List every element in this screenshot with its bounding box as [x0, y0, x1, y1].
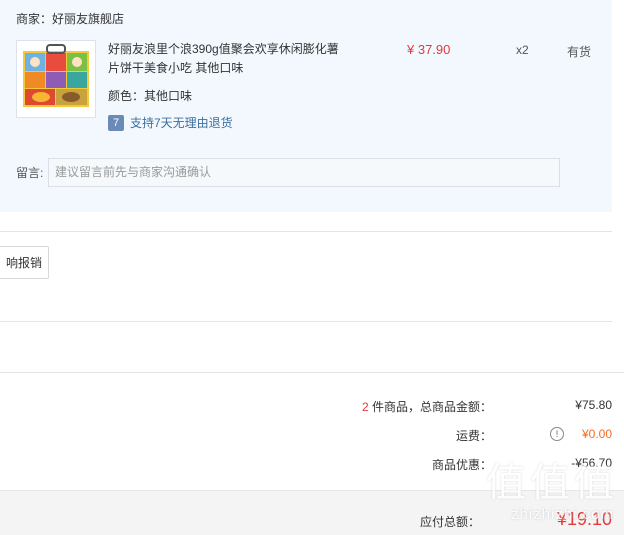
- product-spec: 颜色：其他口味: [108, 89, 193, 103]
- goods-total-value: ¥75.80: [575, 398, 612, 412]
- goods-total-row: 2 件商品，总商品金额： ¥75.80: [0, 396, 624, 416]
- product-title[interactable]: 好丽友浪里个浪390g值聚会欢享休闲膨化薯片饼干美食小吃 其他口味: [108, 40, 348, 78]
- discount-label: 商品优惠：: [431, 458, 492, 472]
- return-policy-text: 支持7天无理由退货: [130, 116, 233, 130]
- payable-label: 应付总额：: [419, 515, 480, 529]
- return-policy[interactable]: 7 支持7天无理由退货: [108, 114, 233, 131]
- note-label: 留言:: [16, 166, 44, 180]
- shipping-value: ¥0.00: [581, 427, 612, 441]
- shop-name[interactable]: 商家：好丽友旗舰店: [16, 10, 124, 27]
- section-divider: [0, 231, 612, 232]
- unit-price: ¥ 37.90: [407, 42, 451, 57]
- section-divider: [0, 372, 624, 373]
- item-count: 2: [361, 400, 369, 414]
- shipping-label: 运费：: [455, 429, 492, 443]
- watermark-url: zhizhizhi.com: [510, 506, 614, 523]
- section-divider: [0, 321, 612, 322]
- quantity: x2: [516, 43, 529, 57]
- info-icon[interactable]: !: [550, 427, 564, 441]
- shipping-row: 运费： ! ¥0.00: [0, 425, 624, 445]
- order-item-panel: 商家：好丽友旗舰店 好丽友浪里个浪390g值聚会欢享休闲膨化薯片饼干美食小吃 其…: [0, 0, 612, 212]
- goods-total-label: 2 件商品，总商品金额：: [361, 400, 492, 414]
- stock-status: 有货: [567, 45, 592, 59]
- product-image[interactable]: [16, 40, 96, 118]
- snack-box-illustration: [23, 44, 89, 107]
- note-input[interactable]: 建议留言前先与商家沟通确认: [48, 158, 560, 187]
- invoice-button[interactable]: 响报销: [0, 246, 49, 279]
- watermark-logo: 值值值: [486, 460, 618, 506]
- seven-day-return-icon: 7: [108, 114, 124, 131]
